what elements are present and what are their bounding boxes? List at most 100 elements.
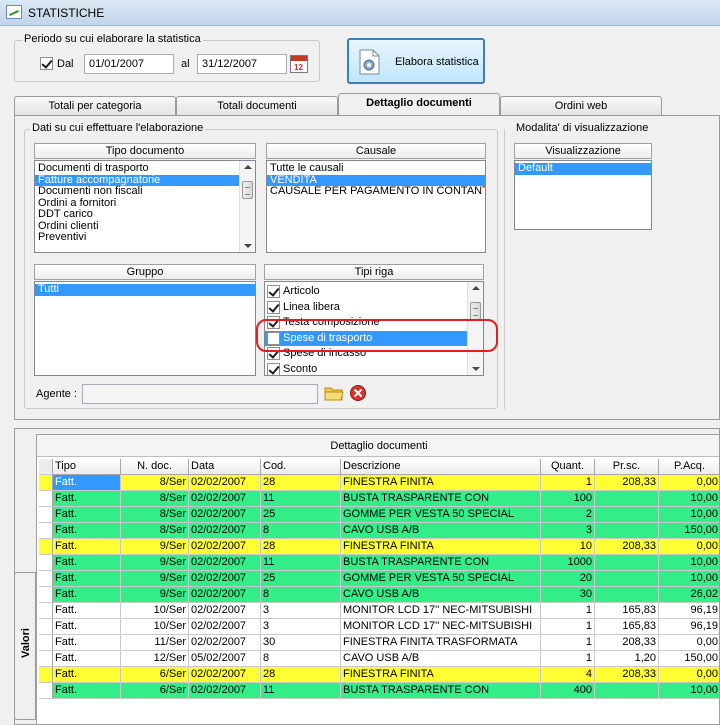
grid-column-header[interactable]: P.Acq. (659, 459, 719, 475)
grid-cell-pacq[interactable]: 26,02 (659, 587, 719, 603)
grid-cell-quant[interactable]: 400 (541, 683, 595, 699)
tipi-riga-checkbox[interactable] (267, 300, 280, 314)
table-row[interactable]: Fatt. 10/Ser 02/02/2007 3 MONITOR LCD 17'' N… (39, 619, 719, 635)
grid-cell-desc[interactable]: CAVO USB A/B (341, 651, 541, 667)
grid-cell-prsc[interactable] (595, 571, 659, 587)
grid-cell-pacq[interactable]: 10,00 (659, 491, 719, 507)
grid-cell-quant[interactable]: 30 (541, 587, 595, 603)
grid-cell-pacq[interactable]: 0,00 (659, 635, 719, 651)
grid-cell-ndoc[interactable]: 9/Ser (121, 571, 189, 587)
tipo-documento-scrollbar[interactable] (239, 161, 255, 252)
side-tab-valori[interactable]: Valori (14, 572, 36, 720)
grid-cell-quant[interactable]: 100 (541, 491, 595, 507)
grid-cell-ndoc[interactable]: 11/Ser (121, 635, 189, 651)
row-indicator[interactable] (39, 635, 53, 651)
grid-cell-prsc[interactable]: 208,33 (595, 539, 659, 555)
grid-cell-prsc[interactable] (595, 555, 659, 571)
date-to-input[interactable] (197, 54, 287, 74)
grid-cell-pacq[interactable]: 10,00 (659, 571, 719, 587)
grid-cell-cod[interactable]: 3 (261, 603, 341, 619)
grid-column-header[interactable]: Cod. (261, 459, 341, 475)
causale-item[interactable]: CAUSALE PER PAGAMENTO IN CONTANT (267, 186, 485, 198)
grid-cell-tipo[interactable]: Fatt. (53, 683, 121, 699)
grid-cell-quant[interactable]: 1 (541, 619, 595, 635)
grid-column-header[interactable]: Descrizione (341, 459, 541, 475)
grid-cell-cod[interactable]: 11 (261, 683, 341, 699)
grid-cell-prsc[interactable]: 165,83 (595, 603, 659, 619)
row-indicator[interactable] (39, 603, 53, 619)
grid-cell-ndoc[interactable]: 9/Ser (121, 587, 189, 603)
grid-cell-ndoc[interactable]: 6/Ser (121, 683, 189, 699)
agente-input[interactable] (82, 384, 318, 404)
grid-column-header[interactable]: Data (189, 459, 261, 475)
table-row[interactable]: Fatt. 9/Ser 02/02/2007 28 FINESTRA FINITA 10 2… (39, 539, 719, 555)
grid-cell-data[interactable]: 02/02/2007 (189, 603, 261, 619)
grid-cell-tipo[interactable]: Fatt. (53, 539, 121, 555)
row-indicator[interactable] (39, 555, 53, 571)
grid-column-header[interactable]: Pr.sc. (595, 459, 659, 475)
grid-cell-ndoc[interactable]: 8/Ser (121, 523, 189, 539)
grid-cell-ndoc[interactable]: 6/Ser (121, 667, 189, 683)
table-row[interactable]: Fatt. 6/Ser 02/02/2007 28 FINESTRA FINITA 4 20… (39, 667, 719, 683)
grid-cell-tipo[interactable]: Fatt. (53, 571, 121, 587)
date-from-input[interactable] (84, 54, 174, 74)
table-row[interactable]: Fatt. 9/Ser 02/02/2007 8 CAVO USB A/B 30 26,02 (39, 587, 719, 603)
grid-cell-desc[interactable]: GOMME PER VESTA 50 SPECIAL (341, 507, 541, 523)
table-row[interactable]: Fatt. 10/Ser 02/02/2007 3 MONITOR LCD 17'' N… (39, 603, 719, 619)
grid-cell-pacq[interactable]: 10,00 (659, 683, 719, 699)
grid-cell-prsc[interactable]: 165,83 (595, 619, 659, 635)
grid-cell-cod[interactable]: 25 (261, 507, 341, 523)
grid-cell-tipo[interactable]: Fatt. (53, 619, 121, 635)
tab-dettaglio-documenti[interactable]: Dettaglio documenti (338, 93, 500, 116)
grid-cell-cod[interactable]: 8 (261, 523, 341, 539)
grid-cell-quant[interactable]: 10 (541, 539, 595, 555)
grid-cell-ndoc[interactable]: 9/Ser (121, 539, 189, 555)
elabora-statistica-button[interactable]: Elabora statistica (347, 38, 485, 84)
grid-cell-prsc[interactable]: 208,33 (595, 635, 659, 651)
table-row[interactable]: Fatt. 8/Ser 02/02/2007 8 CAVO USB A/B 3 150,00 (39, 523, 719, 539)
grid-cell-data[interactable]: 02/02/2007 (189, 539, 261, 555)
tab-ordini-web[interactable]: Ordini web (500, 96, 662, 116)
folder-icon[interactable] (324, 384, 344, 402)
row-indicator[interactable] (39, 683, 53, 699)
tipi-riga-item[interactable]: Linea libera (265, 300, 483, 316)
row-indicator[interactable] (39, 491, 53, 507)
tipo-documento-item[interactable]: Documenti non fiscali (35, 186, 255, 198)
grid-cell-desc[interactable]: FINESTRA FINITA TRASFORMATA (341, 635, 541, 651)
tipi-riga-checkbox[interactable] (267, 362, 280, 375)
grid-cell-prsc[interactable] (595, 507, 659, 523)
grid-cell-data[interactable]: 02/02/2007 (189, 619, 261, 635)
grid-cell-tipo[interactable]: Fatt. (53, 635, 121, 651)
grid-cell-pacq[interactable]: 10,00 (659, 555, 719, 571)
grid-cell-data[interactable]: 02/02/2007 (189, 523, 261, 539)
grid-cell-quant[interactable]: 1 (541, 603, 595, 619)
grid-cell-data[interactable]: 02/02/2007 (189, 491, 261, 507)
grid-cell-tipo[interactable]: Fatt. (53, 603, 121, 619)
tipo-documento-list[interactable]: Documenti di trasporto Fatture accompagna… (34, 160, 256, 253)
grid-cell-cod[interactable]: 25 (261, 571, 341, 587)
grid-cell-ndoc[interactable]: 12/Ser (121, 651, 189, 667)
grid-cell-data[interactable]: 02/02/2007 (189, 635, 261, 651)
grid-cell-ndoc[interactable]: 8/Ser (121, 475, 189, 491)
row-indicator[interactable] (39, 507, 53, 523)
grid-column-header[interactable]: N. doc. (121, 459, 189, 475)
tab-totali-documenti[interactable]: Totali documenti (176, 96, 338, 116)
grid-cell-cod[interactable]: 11 (261, 491, 341, 507)
tipo-documento-item[interactable]: Preventivi (35, 232, 255, 244)
grid-cell-prsc[interactable] (595, 491, 659, 507)
grid-cell-cod[interactable]: 30 (261, 635, 341, 651)
grid-cell-ndoc[interactable]: 8/Ser (121, 491, 189, 507)
grid-cell-cod[interactable]: 8 (261, 587, 341, 603)
row-indicator[interactable] (39, 539, 53, 555)
grid-column-header[interactable]: Tipo (53, 459, 121, 475)
grid-cell-pacq[interactable]: 150,00 (659, 523, 719, 539)
grid-cell-data[interactable]: 02/02/2007 (189, 507, 261, 523)
table-row[interactable]: Fatt. 8/Ser 02/02/2007 11 BUSTA TRASPARENTE … (39, 491, 719, 507)
table-row[interactable]: Fatt. 9/Ser 02/02/2007 11 BUSTA TRASPARENTE … (39, 555, 719, 571)
grid-cell-desc[interactable]: GOMME PER VESTA 50 SPECIAL (341, 571, 541, 587)
grid-cell-cod[interactable]: 8 (261, 651, 341, 667)
grid-cell-cod[interactable]: 28 (261, 475, 341, 491)
grid-cell-data[interactable]: 02/02/2007 (189, 587, 261, 603)
grid-cell-cod[interactable]: 3 (261, 619, 341, 635)
dal-checkbox[interactable] (40, 57, 53, 70)
